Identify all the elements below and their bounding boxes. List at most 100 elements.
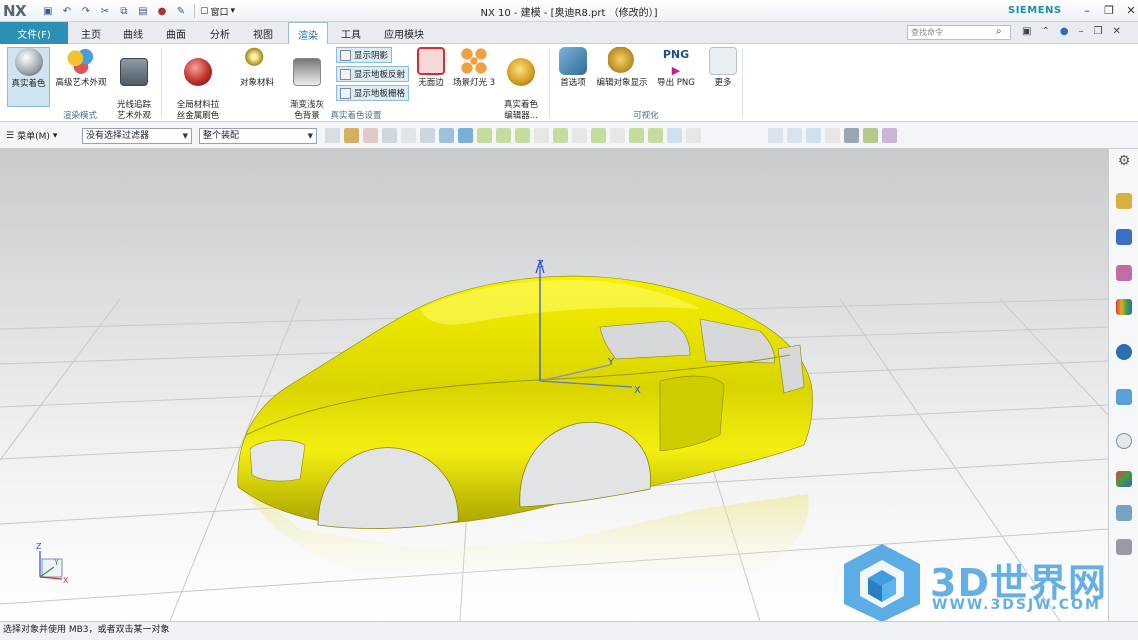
tabrow-icons: ▣ ⌃ ● – ❐ ✕ <box>1022 26 1121 37</box>
ribbon-options-icon[interactable]: ▣ <box>1022 26 1031 37</box>
curve-icon[interactable] <box>534 128 549 143</box>
rotate-icon[interactable] <box>806 128 821 143</box>
arc-center-icon[interactable] <box>591 128 606 143</box>
toggle-label: 显示地板栅格 <box>354 89 406 99</box>
tab-curve[interactable]: 曲线 <box>116 22 150 44</box>
orient-view-icon[interactable] <box>825 128 840 143</box>
quadrant-icon[interactable] <box>610 128 625 143</box>
box-select-icon[interactable] <box>420 128 435 143</box>
close-icon[interactable]: ✕ <box>1124 3 1138 17</box>
bounded-grid-icon[interactable] <box>686 128 701 143</box>
chevron-down-icon: ▼ <box>182 132 188 140</box>
edit-section-icon[interactable] <box>863 128 878 143</box>
filter-icon[interactable] <box>325 128 340 143</box>
system-materials-icon[interactable] <box>1116 471 1132 487</box>
body-icon[interactable] <box>458 128 473 143</box>
menu-icon: ☰ <box>6 130 15 141</box>
sphere-icon <box>14 48 43 76</box>
raytrace-icon <box>120 58 148 86</box>
png-icon: PNG ▶ <box>662 48 690 77</box>
tangent-icon[interactable] <box>572 128 587 143</box>
png-label: PNG <box>662 48 690 61</box>
tab-home[interactable]: 主页 <box>74 22 108 44</box>
process-studio-icon[interactable] <box>1116 505 1132 521</box>
selection-scope-select[interactable]: 整个装配 ▼ <box>199 128 317 144</box>
mid-point-icon[interactable] <box>515 128 530 143</box>
button-label: 真实着色 <box>11 79 46 89</box>
tab-tools[interactable]: 工具 <box>334 22 368 44</box>
end-point-icon[interactable] <box>496 128 511 143</box>
toggle-label: 显示阴影 <box>354 51 389 61</box>
grid-icon <box>340 87 351 99</box>
status-bar: 选择对象并使用 MB3，或者双击某一对象 <box>0 621 1138 640</box>
button-label: 高级艺术外观 <box>55 78 107 88</box>
true-shading-button[interactable]: 真实着色 <box>7 47 50 107</box>
display-style-icon[interactable] <box>844 128 859 143</box>
tab-analysis[interactable]: 分析 <box>203 22 237 44</box>
restore-icon[interactable]: ❐ <box>1102 3 1116 17</box>
export-png-button[interactable]: PNG ▶ 导出 PNG <box>654 47 698 89</box>
show-shadow-toggle[interactable]: 显示阴影 <box>336 47 393 63</box>
reuse-library-icon[interactable] <box>1116 299 1132 315</box>
title-bar: NX ▣ ↶ ↷ ✂ ⧉ ▤ ● ✎ ▢ 窗口 ▾ NX 10 - 建模 - [奥迪… <box>0 0 1138 22</box>
front-intake <box>249 439 306 482</box>
help-icon[interactable]: ● <box>1060 26 1069 37</box>
gear-icon[interactable]: ⚙ <box>1116 153 1132 169</box>
group-label-render-mode: 渲染模式 <box>62 111 97 121</box>
solid-icon[interactable] <box>439 128 454 143</box>
show-hide-icon[interactable] <box>882 128 897 143</box>
collapse-ribbon-icon[interactable]: ⌃ <box>1041 26 1049 37</box>
clock-icon[interactable] <box>1116 433 1132 449</box>
type-filter-select[interactable]: 没有选择过滤器 ▼ <box>82 128 192 144</box>
show-floor-reflection-toggle[interactable]: 显示地板反射 <box>336 66 410 82</box>
menu-label: 菜单(M) <box>17 132 50 142</box>
minimize-icon[interactable]: – <box>1080 3 1094 17</box>
search-icon[interactable]: ⌕ <box>996 26 1002 37</box>
scene-lights-button[interactable]: 场景灯光 3 <box>450 47 498 89</box>
point-on-curve-icon[interactable] <box>648 128 663 143</box>
edit-object-display-button[interactable]: 编辑对象显示 <box>592 47 652 89</box>
ribbon-tabs: 文件(F) 主页 曲线 曲面 分析 视图 渲染 工具 应用模块 查找命令 ⌕ ▣… <box>0 22 1138 45</box>
brand-logo: SIEMENS <box>1008 5 1062 16</box>
button-label: 场景灯光 3 <box>452 78 496 88</box>
material-sphere-icon <box>184 58 212 86</box>
group-label-visualize: 可视化 <box>633 111 659 121</box>
object-material-icon <box>243 47 271 75</box>
tab-view[interactable]: 视图 <box>246 22 280 44</box>
web-browser-icon[interactable] <box>1116 344 1132 360</box>
show-floor-grid-toggle[interactable]: 显示地板栅格 <box>336 85 410 101</box>
minimize-icon[interactable]: – <box>1079 26 1084 37</box>
tab-file[interactable]: 文件(F) <box>0 22 68 44</box>
assembly-navigator-icon[interactable] <box>1116 229 1132 245</box>
lights-icon <box>460 47 488 75</box>
divider <box>742 48 743 118</box>
restore-icon[interactable]: ❐ <box>1094 26 1103 37</box>
fit-icon[interactable] <box>768 128 783 143</box>
no-edges-icon <box>417 47 445 75</box>
snap-point-icon[interactable] <box>477 128 492 143</box>
preferences-button[interactable]: 首选项 <box>556 47 590 89</box>
history-icon[interactable] <box>1116 389 1132 405</box>
existing-point-icon[interactable] <box>629 128 644 143</box>
more-button[interactable]: 更多 <box>706 47 740 89</box>
csys-z-label: Z <box>537 259 544 270</box>
menu-button[interactable]: ☰ 菜单(M) ▾ <box>6 129 57 143</box>
tab-render[interactable]: 渲染 <box>288 22 328 45</box>
no-face-edges-button[interactable]: 无面边 <box>414 47 448 89</box>
constraint-navigator-icon[interactable] <box>1116 265 1132 281</box>
zoom-icon[interactable] <box>787 128 802 143</box>
part-navigator-icon[interactable] <box>1116 193 1132 209</box>
intersection-icon[interactable] <box>553 128 568 143</box>
select-features-icon[interactable] <box>344 128 359 143</box>
tab-application[interactable]: 应用模块 <box>376 22 432 44</box>
object-material-button[interactable]: 对象材料 <box>234 47 280 89</box>
advanced-studio-button[interactable]: 高级艺术外观 <box>52 47 110 89</box>
tab-surface[interactable]: 曲面 <box>159 22 193 44</box>
rubberband-icon[interactable] <box>382 128 397 143</box>
point-on-face-icon[interactable] <box>667 128 682 143</box>
close-icon[interactable]: ✕ <box>1113 26 1121 37</box>
select-region-icon[interactable] <box>363 128 378 143</box>
lasso-icon[interactable] <box>401 128 416 143</box>
resource-bar: ⚙ <box>1108 149 1138 621</box>
roles-icon[interactable] <box>1116 539 1132 555</box>
